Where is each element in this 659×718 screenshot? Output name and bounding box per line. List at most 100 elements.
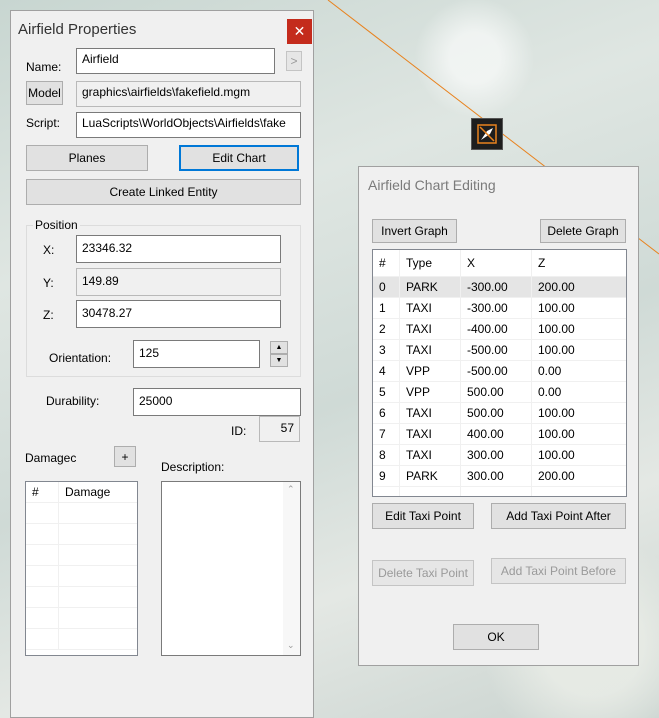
row-type: TAXI [399,339,461,361]
row-z: 200.00 [531,276,626,298]
row-index: 0 [373,276,400,298]
row-index: 6 [373,402,400,424]
row-index: 1 [373,297,400,319]
edit-chart-button[interactable]: Edit Chart [179,145,299,171]
damaged-label: Damagec [25,451,77,465]
create-linked-entity-button[interactable]: Create Linked Entity [26,179,301,205]
row-index: 4 [373,360,400,382]
row-z: 100.00 [531,402,626,424]
add-taxi-point-after-button[interactable]: Add Taxi Point After [491,503,626,529]
position-label: Position [33,218,80,232]
row-x: -500.00 [460,360,532,382]
col-num[interactable]: # [373,250,400,277]
row-type: TAXI [399,318,461,340]
row-type: TAXI [399,423,461,445]
row-type: VPP [399,360,461,382]
z-field[interactable]: 30478.27 [76,300,281,328]
script-label: Script: [26,116,61,130]
scroll-up-icon[interactable]: ⌃ [287,484,295,495]
chart-title: Airfield Chart Editing [368,177,496,193]
durability-label: Durability: [46,394,100,408]
table-row[interactable]: 1 TAXI -300.00 100.00 [373,297,626,319]
description-scrollbar[interactable]: ⌃ ⌄ [283,482,300,655]
edit-taxi-point-button[interactable]: Edit Taxi Point [372,503,474,529]
scroll-down-icon[interactable]: ⌄ [287,640,295,651]
ok-button[interactable]: OK [453,624,539,650]
id-label: ID: [231,424,247,438]
table-row[interactable]: 6 TAXI 500.00 100.00 [373,402,626,424]
y-label: Y: [43,276,54,290]
planes-button[interactable]: Planes [26,145,148,171]
row-z: 100.00 [531,423,626,445]
row-z: 100.00 [531,318,626,340]
description-field[interactable]: ⌃ ⌄ [161,481,301,656]
id-field: 57 [259,416,300,442]
durability-field[interactable]: 25000 [133,388,301,416]
row-x: 500.00 [460,381,532,403]
table-row[interactable]: 8 TAXI 300.00 100.00 [373,444,626,466]
delete-taxi-point-button[interactable]: Delete Taxi Point [372,560,474,586]
add-taxi-point-before-button[interactable]: Add Taxi Point Before [491,558,626,584]
invert-graph-button[interactable]: Invert Graph [372,219,457,243]
taxi-points-table[interactable]: # Type X Z 0 PARK -300.00 200.00 1 TAXI -300.0… [372,249,627,497]
delete-graph-button[interactable]: Delete Graph [540,219,626,243]
row-x: 500.00 [460,402,532,424]
add-damage-button[interactable]: + [114,446,136,467]
row-type: PARK [399,465,461,487]
row-index: 5 [373,381,400,403]
col-type[interactable]: Type [399,250,461,277]
damage-col-damage[interactable]: Damage [58,482,137,503]
row-type: TAXI [399,402,461,424]
model-field[interactable]: graphics\airfields\fakefield.mgm [76,81,301,107]
row-type: TAXI [399,297,461,319]
x-field[interactable]: 23346.32 [76,235,281,263]
row-x: -400.00 [460,318,532,340]
row-x: 400.00 [460,423,532,445]
close-icon[interactable]: ✕ [287,19,312,44]
row-z: 0.00 [531,381,626,403]
row-z: 100.00 [531,339,626,361]
col-x[interactable]: X [460,250,532,277]
row-type: VPP [399,381,461,403]
properties-title: Airfield Properties [18,21,137,38]
model-button[interactable]: Model [26,81,63,105]
table-row[interactable]: 0 PARK -300.00 200.00 [373,276,626,298]
orientation-field[interactable]: 125 [133,340,260,368]
row-index: 9 [373,465,400,487]
row-index: 7 [373,423,400,445]
row-x: -500.00 [460,339,532,361]
table-row[interactable]: 4 VPP -500.00 0.00 [373,360,626,382]
table-row[interactable]: 7 TAXI 400.00 100.00 [373,423,626,445]
row-index: 2 [373,318,400,340]
row-index: 8 [373,444,400,466]
y-field[interactable]: 149.89 [76,268,281,296]
row-type: TAXI [399,444,461,466]
row-z: 100.00 [531,444,626,466]
name-field[interactable]: Airfield [76,48,275,74]
table-row[interactable]: 2 TAXI -400.00 100.00 [373,318,626,340]
col-z[interactable]: Z [531,250,626,277]
row-x: -300.00 [460,276,532,298]
row-z: 100.00 [531,297,626,319]
orientation-down-button[interactable]: ▼ [270,354,288,367]
row-index: 3 [373,339,400,361]
x-label: X: [43,243,55,257]
row-z: 200.00 [531,465,626,487]
table-row[interactable]: 9 PARK 300.00 200.00 [373,465,626,487]
name-arrow-button[interactable]: > [286,51,302,71]
damage-col-num[interactable]: # [26,482,59,503]
row-x: 300.00 [460,465,532,487]
name-label: Name: [26,60,62,74]
z-label: Z: [43,308,54,322]
orientation-label: Orientation: [49,351,112,365]
table-row[interactable]: 5 VPP 500.00 0.00 [373,381,626,403]
orientation-up-button[interactable]: ▲ [270,341,288,354]
table-row[interactable]: 3 TAXI -500.00 100.00 [373,339,626,361]
damage-list[interactable]: # Damage [25,481,138,656]
airfield-marker-icon[interactable] [471,118,503,150]
row-z: 0.00 [531,360,626,382]
script-field[interactable]: LuaScripts\WorldObjects\Airfields\fake [76,112,301,138]
table-row-empty [373,486,626,496]
row-x: -300.00 [460,297,532,319]
description-label: Description: [161,460,225,474]
